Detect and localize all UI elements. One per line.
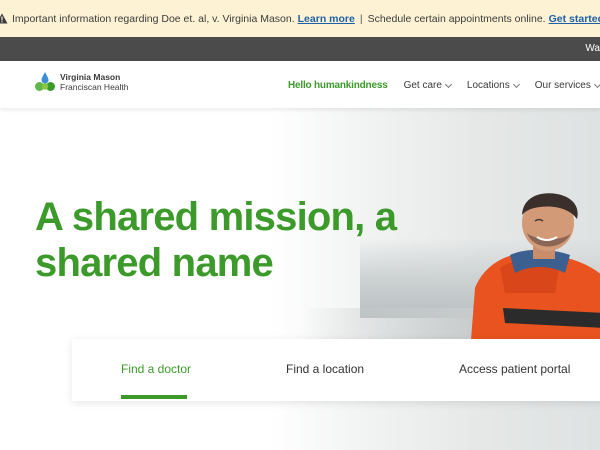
nav-our-services-label: Our services [534,80,591,91]
nav-get-care-label: Get care [403,80,442,91]
hero-title-line-1: A shared mission, a [35,195,397,239]
alert-separator: | [359,12,363,25]
main-nav: Hello humankindness Get care Locations O… [288,80,600,91]
nav-locations-label: Locations [466,80,510,91]
nav-get-care[interactable]: Get care [403,80,452,91]
active-tab-indicator [121,395,187,399]
get-started-link[interactable]: Get started [549,13,600,25]
hero-title-line-2: shared name [35,241,274,285]
nav-hello-humankindness[interactable]: Hello humankindness [288,80,388,91]
site-header: Virginia Mason Franciscan Health Hello h… [0,61,600,108]
nav-our-services[interactable]: Our services [535,80,600,91]
utility-link[interactable]: Wa [585,43,600,54]
nav-locations[interactable]: Locations [466,80,520,91]
schedule-text: Schedule certain appointments online. [367,12,546,25]
alert-banner: Important information regarding Doe et. … [0,0,600,37]
alert-message: Important information regarding Doe et. … [11,12,295,25]
logo[interactable]: Virginia Mason Franciscan Health [34,71,129,93]
tab-find-doctor[interactable]: Find a doctor [121,362,191,376]
learn-more-link[interactable]: Learn more [298,13,355,25]
chevron-down-icon [444,80,452,88]
warning-icon [0,13,8,24]
logo-line-2: Franciscan Health [60,82,129,92]
chevron-down-icon [593,80,600,88]
search-tabs-card: Find a doctor Find a location Access pat… [72,339,600,401]
chevron-down-icon [512,80,520,88]
tab-access-patient-portal[interactable]: Access patient portal [459,362,570,376]
tab-find-location[interactable]: Find a location [286,362,364,376]
logo-icon [35,72,55,91]
hero-title: A shared mission, a shared name [35,194,435,286]
logo-line-1: Virginia Mason [60,72,121,82]
hero-person-image [470,193,600,353]
utility-bar: Wa [0,37,600,61]
